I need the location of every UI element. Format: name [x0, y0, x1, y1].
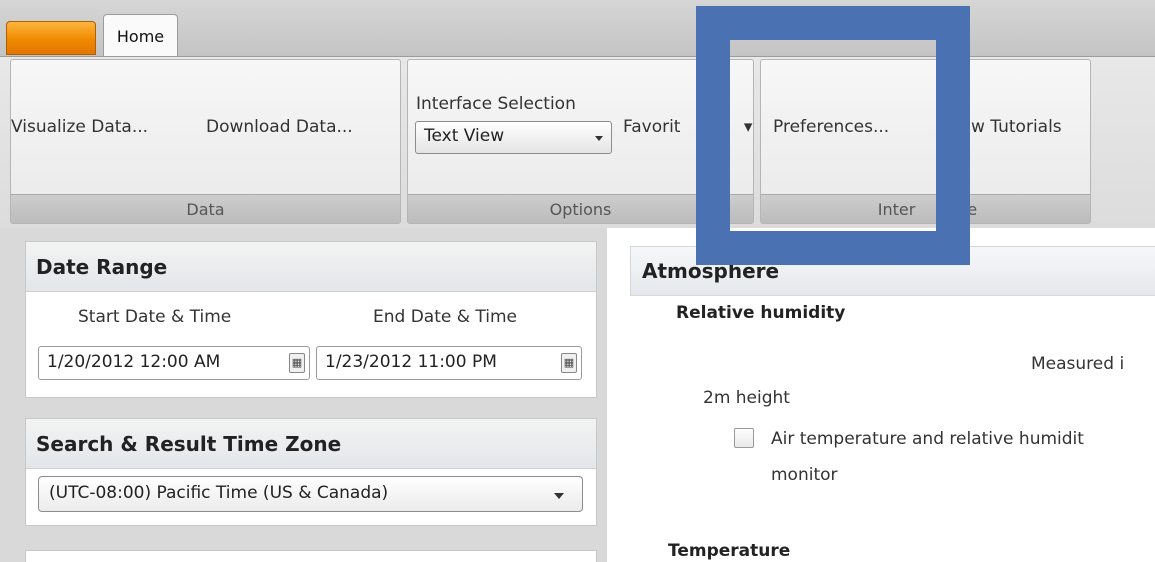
interface-selection-value: Text View	[424, 126, 505, 146]
date-range-section: Date Range Start Date & Time End Date & …	[25, 241, 597, 398]
start-date-value: 1/20/2012 12:00 AM	[47, 352, 221, 372]
temperature-heading: Temperature	[668, 541, 791, 561]
time-zone-header: Search & Result Time Zone	[26, 419, 596, 469]
sensor-checkbox[interactable]	[734, 428, 754, 448]
end-date-input[interactable]: 1/23/2012 11:00 PM ▦	[316, 346, 582, 380]
sensor-label-line1[interactable]: Air temperature and relative humidit	[771, 429, 1084, 449]
interface-selection-label: Interface Selection	[416, 94, 576, 114]
ribbon-tabstrip: Home	[0, 0, 1155, 57]
chevron-down-icon	[554, 493, 564, 499]
left-search-panel: Date Range Start Date & Time End Date & …	[0, 228, 607, 562]
date-range-header: Date Range	[26, 242, 596, 292]
calendar-icon[interactable]: ▦	[561, 353, 577, 373]
end-date-label: End Date & Time	[373, 307, 518, 327]
highlight-overlay	[696, 6, 970, 265]
time-zone-select[interactable]: (UTC-08:00) Pacific Time (US & Canada)	[38, 476, 583, 512]
time-zone-section: Search & Result Time Zone (UTC-08:00) Pa…	[25, 418, 597, 526]
favorites-label: Favorit	[623, 117, 681, 137]
height-label: 2m height	[703, 388, 790, 408]
calendar-icon[interactable]: ▦	[289, 353, 305, 373]
tab-home[interactable]: Home	[103, 14, 178, 57]
end-date-value: 1/23/2012 11:00 PM	[325, 352, 497, 372]
start-date-label: Start Date & Time	[78, 307, 232, 327]
time-zone-value: (UTC-08:00) Pacific Time (US & Canada)	[49, 483, 389, 503]
relative-humidity-heading: Relative humidity	[676, 303, 846, 323]
application-menu-button[interactable]	[6, 21, 96, 55]
interface-selection-combobox[interactable]: Text View	[415, 121, 612, 154]
start-date-input[interactable]: 1/20/2012 12:00 AM ▦	[38, 346, 310, 380]
chevron-down-icon	[595, 136, 603, 141]
download-data-button[interactable]: Download Data...	[206, 117, 353, 137]
ribbon-group-data: Visualize Data... Download Data... Data	[10, 59, 401, 224]
visualize-data-button[interactable]: Visualize Data...	[11, 117, 148, 137]
view-tutorials-button[interactable]: w Tutorials	[971, 117, 1062, 137]
measured-in-label: Measured i	[1031, 354, 1125, 374]
next-section	[25, 550, 597, 562]
sensor-label-line2[interactable]: monitor	[771, 465, 838, 485]
ribbon-group-label-data: Data	[11, 194, 400, 223]
